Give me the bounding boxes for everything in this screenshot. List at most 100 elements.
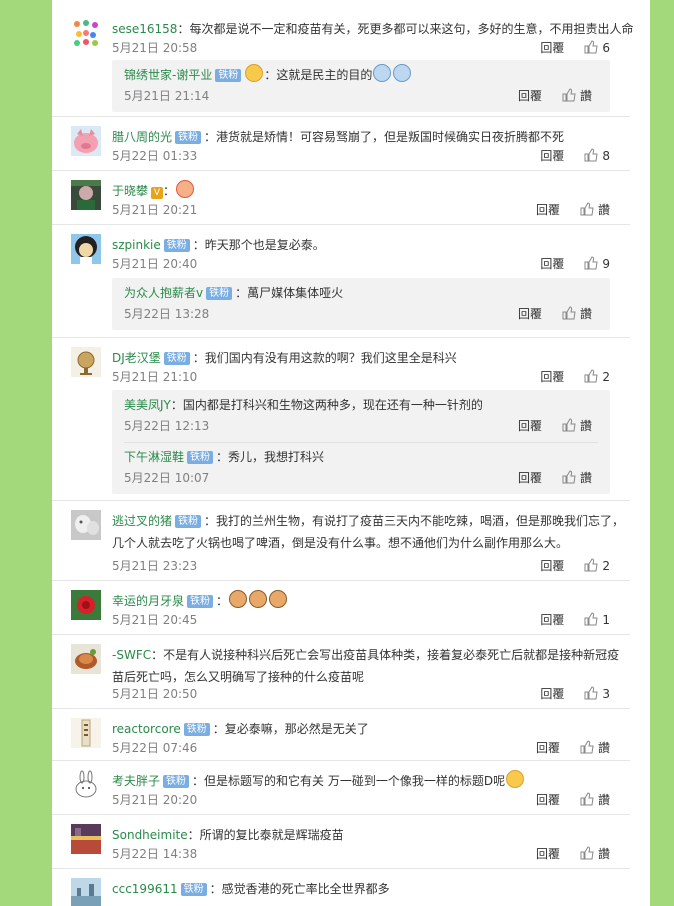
comment-username[interactable]: ccc199611 <box>112 882 178 896</box>
like-icon[interactable] <box>584 40 598 54</box>
like-icon[interactable] <box>580 846 594 860</box>
emoji-icon <box>249 590 268 608</box>
like-count[interactable]: 讚 <box>580 419 592 433</box>
verified-badge: V <box>151 187 164 199</box>
reply-button[interactable]: 回覆 <box>518 89 542 103</box>
like-icon[interactable] <box>580 792 594 806</box>
like-count[interactable]: 1 <box>602 613 610 627</box>
like-count[interactable]: 9 <box>602 257 610 271</box>
comment-username[interactable]: 逃过叉的猪 <box>112 514 172 528</box>
reply-time: 5月21日 21:14 <box>124 89 210 103</box>
reply-button[interactable]: 回覆 <box>540 149 564 163</box>
like-count[interactable]: 讚 <box>580 89 592 103</box>
like-icon[interactable] <box>580 202 594 216</box>
emoji-icon <box>229 590 248 608</box>
comment-text-line: Sondheimite：所谓的复比泰就是辉瑞疫苗 <box>112 824 618 846</box>
like-count[interactable]: 2 <box>602 559 610 573</box>
like-count[interactable]: 讚 <box>580 471 592 485</box>
like-icon[interactable] <box>584 612 598 626</box>
reply-button[interactable]: 回覆 <box>540 687 564 701</box>
avatar[interactable] <box>71 180 101 210</box>
comment-actions: 回覆 讚 <box>536 738 610 758</box>
reply-button[interactable]: 回覆 <box>536 847 560 861</box>
avatar[interactable] <box>71 18 101 48</box>
avatar[interactable] <box>71 770 101 800</box>
comment-meta: 5月21日 20:40 回覆 9 <box>112 254 610 274</box>
comment-actions: 回覆 9 <box>540 254 610 274</box>
comment-meta: 5月21日 20:21 回覆 讚 <box>112 200 610 220</box>
comment-username[interactable]: DJ老汉堡 <box>112 351 161 365</box>
avatar[interactable] <box>71 234 101 264</box>
reply-username[interactable]: 为众人抱薪者v <box>124 286 203 300</box>
comment-username[interactable]: 腊八周的光 <box>112 130 172 144</box>
comment-username[interactable]: szpinkie <box>112 238 161 252</box>
reply-button[interactable]: 回覆 <box>518 419 542 433</box>
comment-text-line: 考夫胖子 铁粉 ：但是标题写的和它有关 万一碰到一个像我一样的标题D呢 <box>112 770 618 792</box>
like-icon[interactable] <box>584 558 598 572</box>
reply-username[interactable]: 锦绣世家-谢平业 <box>124 68 212 82</box>
like-count[interactable]: 3 <box>602 687 610 701</box>
like-icon[interactable] <box>584 256 598 270</box>
fan-badge: 铁粉 <box>175 515 202 528</box>
comment-username[interactable]: 于晓攀 <box>112 184 148 198</box>
reply-meta: 5月22日 10:07 回覆 讚 <box>124 468 592 488</box>
like-count[interactable]: 讚 <box>598 203 610 217</box>
comment-content: ：每次都是说不一定和疫苗有关，死更多都可以来这句，多好的生意，不用担责出人命 <box>177 22 634 36</box>
reply-button[interactable]: 回覆 <box>536 203 560 217</box>
like-icon[interactable] <box>562 470 576 484</box>
comment-time: 5月22日 14:38 <box>112 847 198 861</box>
avatar[interactable] <box>71 878 101 906</box>
reply-button[interactable]: 回覆 <box>536 793 560 807</box>
comment-content: ：我们国内有没有用这款的啊？我们这里全是科兴 <box>192 351 457 365</box>
reply-button[interactable]: 回覆 <box>540 257 564 271</box>
reply-button[interactable]: 回覆 <box>540 370 564 384</box>
avatar[interactable] <box>71 510 101 540</box>
like-icon[interactable] <box>584 369 598 383</box>
avatar[interactable] <box>71 718 101 748</box>
reply-username[interactable]: 美美凤JY <box>124 398 171 412</box>
reply-button[interactable]: 回覆 <box>518 307 542 321</box>
avatar[interactable] <box>71 824 101 854</box>
reply-content: ：国内都是打科兴和生物这两种多，现在还有一种一针剂的 <box>170 398 483 412</box>
fan-badge: 铁粉 <box>163 239 190 252</box>
like-icon[interactable] <box>562 306 576 320</box>
comment-username[interactable]: reactorcore <box>112 722 181 736</box>
avatar[interactable] <box>71 644 101 674</box>
comment-content: ：感觉香港的死亡率比全世界都多 <box>209 882 390 896</box>
reply-button[interactable]: 回覆 <box>518 471 542 485</box>
comment-content: ：但是标题写的和它有关 万一碰到一个像我一样的标题D呢 <box>192 774 506 788</box>
like-icon[interactable] <box>562 418 576 432</box>
comment-username[interactable]: -SWFC <box>112 648 151 662</box>
emoji-icon <box>393 64 412 82</box>
like-count[interactable]: 讚 <box>598 793 610 807</box>
fan-badge: 铁粉 <box>183 723 210 736</box>
avatar[interactable] <box>71 126 101 156</box>
comment-username[interactable]: 考夫胖子 <box>112 774 160 788</box>
like-count[interactable]: 2 <box>602 370 610 384</box>
comment-username[interactable]: 幸运的月牙泉 <box>112 594 184 608</box>
comment-item: ccc199611 铁粉 ：感觉香港的死亡率比全世界都多 <box>52 868 630 906</box>
like-icon[interactable] <box>580 740 594 754</box>
reply-username[interactable]: 下午淋湿鞋 <box>124 450 184 464</box>
like-icon[interactable] <box>584 686 598 700</box>
like-count[interactable]: 讚 <box>580 307 592 321</box>
like-icon[interactable] <box>584 148 598 162</box>
like-count[interactable]: 6 <box>602 41 610 55</box>
reply-button[interactable]: 回覆 <box>540 559 564 573</box>
like-icon[interactable] <box>562 88 576 102</box>
like-count[interactable]: 8 <box>602 149 610 163</box>
comment-username[interactable]: Sondheimite <box>112 828 188 842</box>
avatar[interactable] <box>71 590 101 620</box>
reply-button[interactable]: 回覆 <box>540 613 564 627</box>
reply-button[interactable]: 回覆 <box>536 741 560 755</box>
reply-button[interactable]: 回覆 <box>540 41 564 55</box>
reply-text-line: 锦绣世家-谢平业 铁粉 ：这就是民主的目的 <box>124 64 412 86</box>
like-count[interactable]: 讚 <box>598 847 610 861</box>
avatar[interactable] <box>71 347 101 377</box>
comment-text-line: 腊八周的光 铁粉 ：港货就是矫情！可容易驽崩了，但是叛国时候确实日夜折腾都不死 <box>112 126 618 148</box>
reply-meta: 5月22日 12:13 回覆 讚 <box>124 416 592 436</box>
like-count[interactable]: 讚 <box>598 741 610 755</box>
comment-item: sese16158：每次都是说不一定和疫苗有关，死更多都可以来这句，多好的生意，… <box>52 8 634 117</box>
comment-username[interactable]: sese16158 <box>112 22 177 36</box>
fan-badge: 铁粉 <box>175 131 202 144</box>
